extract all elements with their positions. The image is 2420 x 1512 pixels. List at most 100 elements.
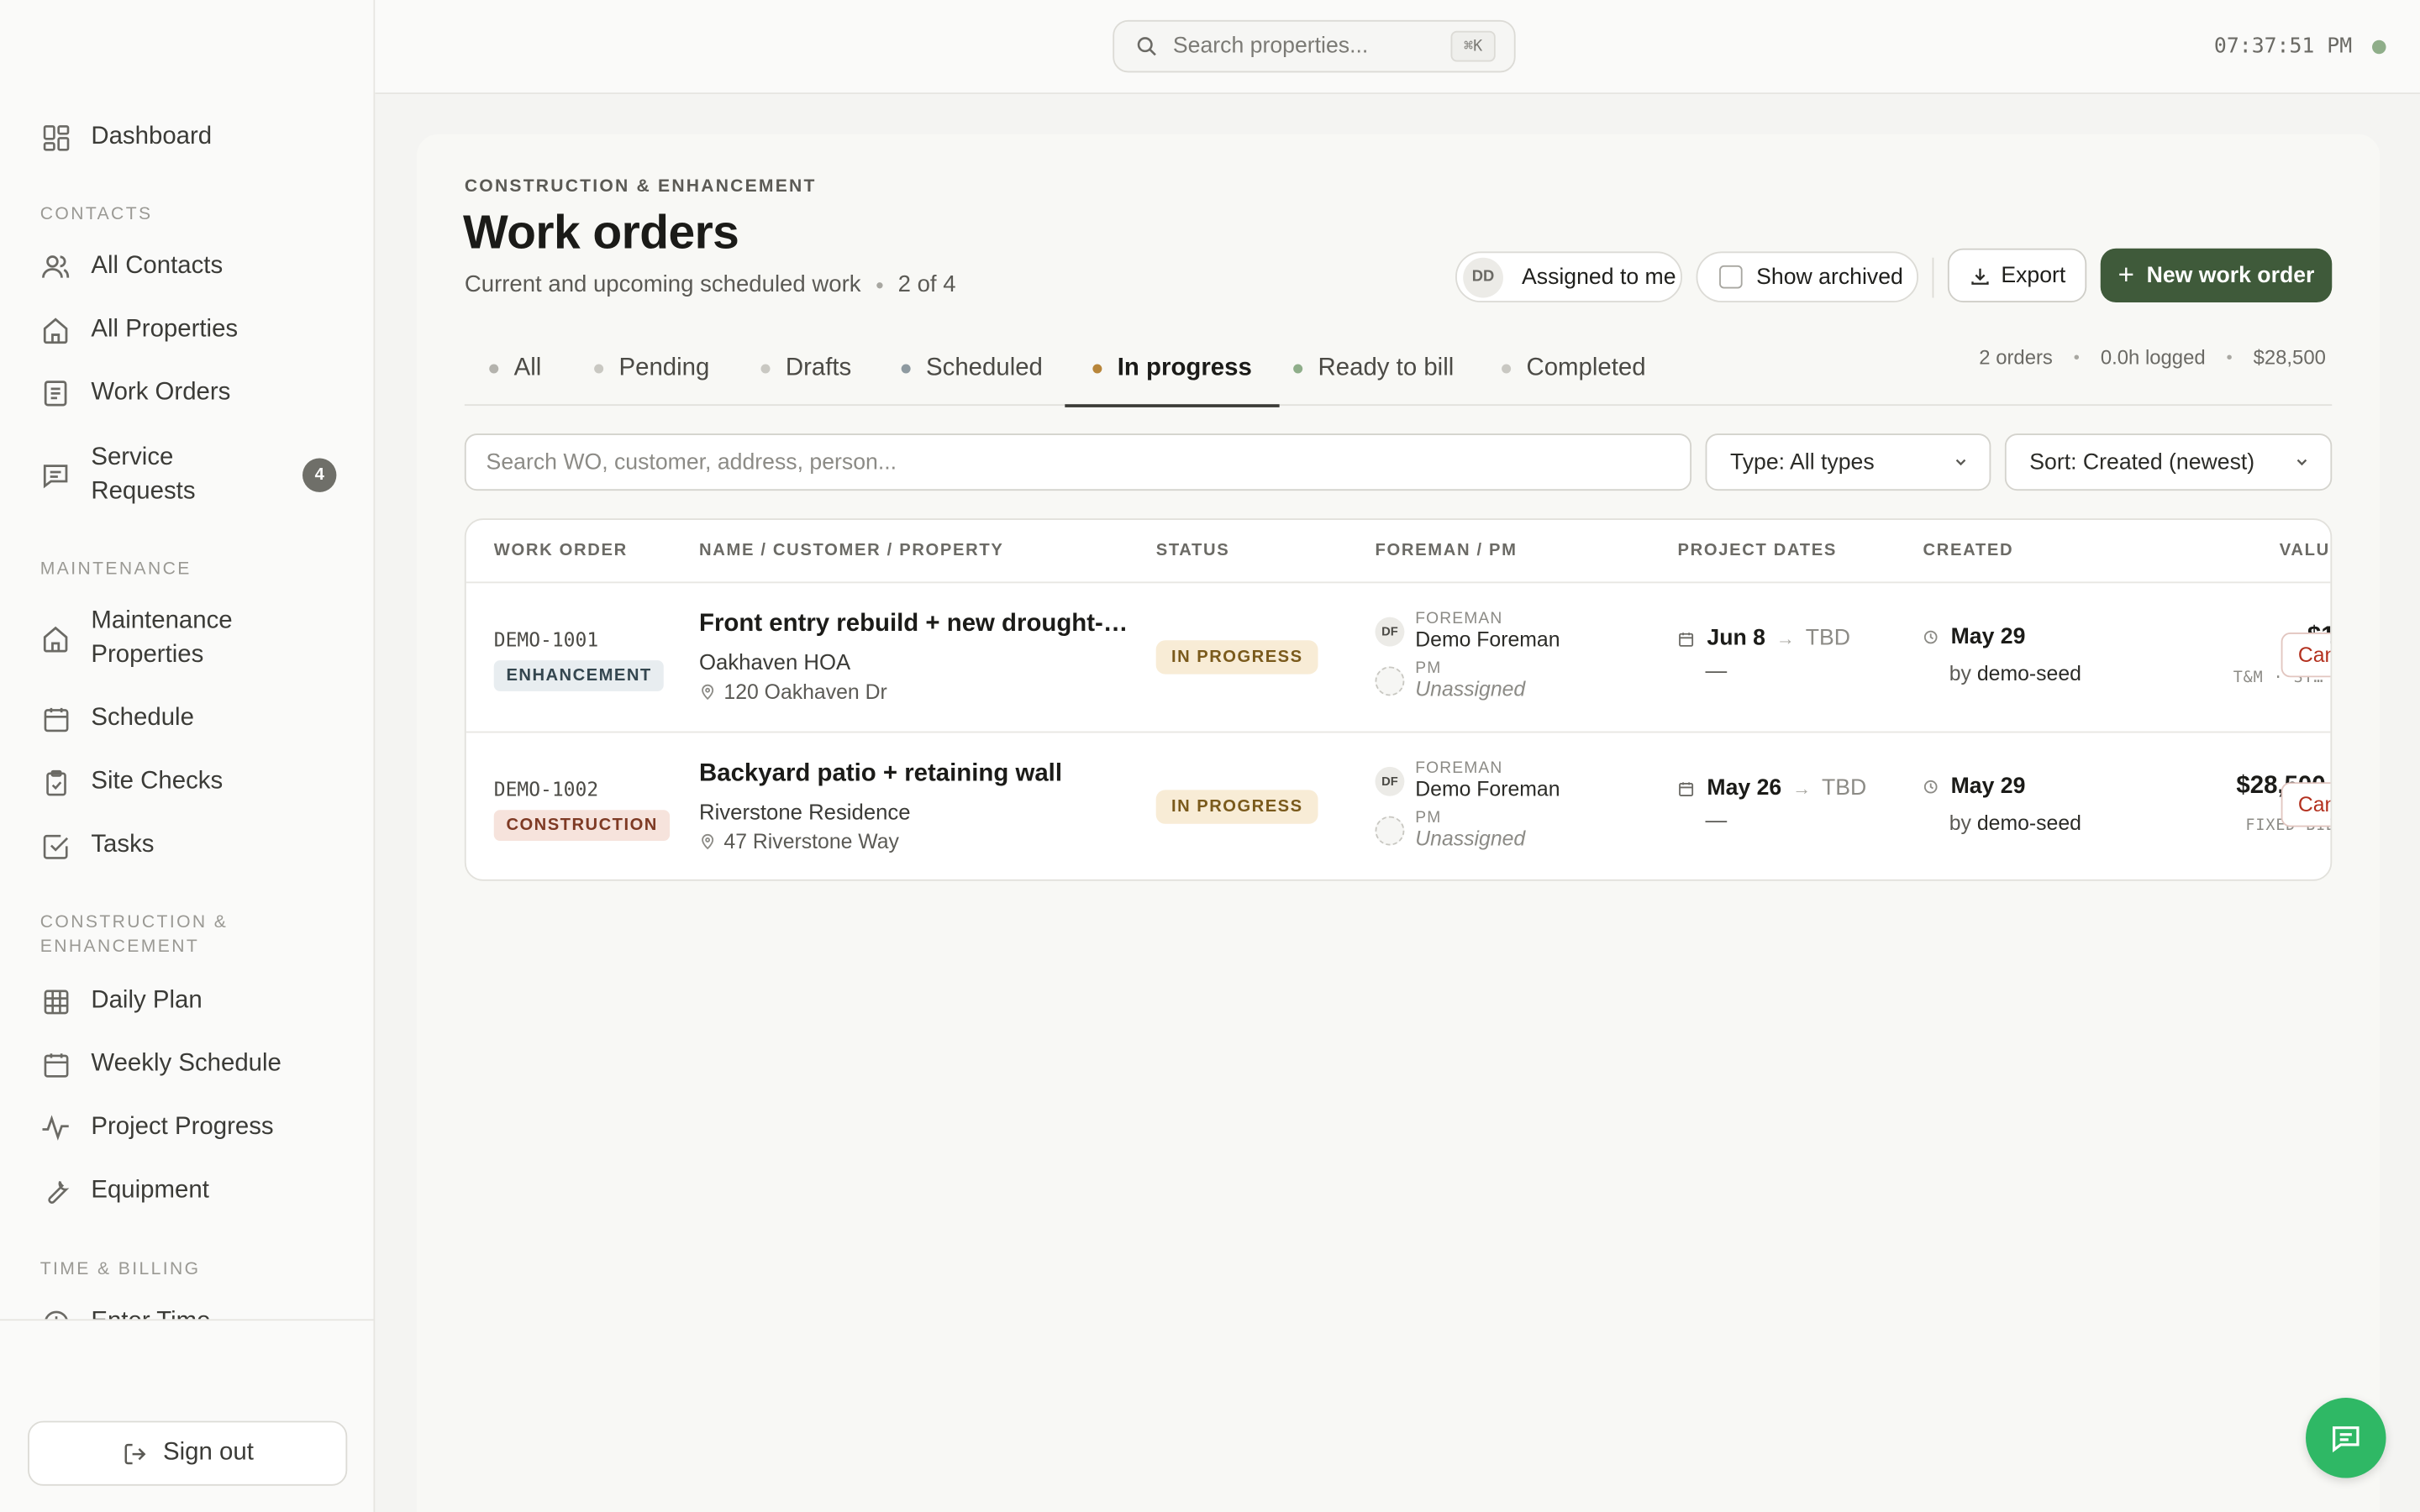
shortcut-hint: ⌘K [1450,30,1496,62]
sign-out-label: Sign out [163,1439,254,1466]
customer-name: Oakhaven HOA [699,649,851,675]
sidebar-item-dashboard[interactable]: Dashboard [28,107,349,168]
foreman-name: Demo Foreman [1415,777,1560,801]
col-header-status[interactable]: STATUS [1156,542,1230,560]
sidebar-item-equipment[interactable]: Equipment [28,1160,349,1221]
sidebar-item-service-requests[interactable]: Service Requests 4 [28,441,349,509]
start-date: May 26 [1707,775,1782,801]
clock-icon [1923,629,1939,644]
tab-completed[interactable]: Completed [1502,332,1646,406]
created-date: May 29 [1923,625,2025,649]
tab-pending[interactable]: Pending [594,332,709,406]
sidebar-item-enter-time[interactable]: Enter Time [28,1291,349,1320]
section-time-billing: TIME & BILLING [39,1260,201,1279]
sidebar: Dashboard CONTACTS All Contacts All Prop… [0,0,376,1512]
col-header-created[interactable]: CREATED [1923,542,2014,560]
table-row[interactable]: DEMO-1002 CONSTRUCTION Backyard patio + … [466,732,2331,879]
tab-dot [1502,364,1512,374]
message-icon [40,459,71,491]
sidebar-item-tasks[interactable]: Tasks [28,815,349,876]
sidebar-item-label: Equipment [91,1177,209,1204]
chevron-down-icon [2295,455,2309,470]
assigned-to-me-toggle[interactable]: DD Assigned to me [1455,251,1683,302]
sort-select[interactable]: Sort: Created (newest) [2004,433,2333,491]
avatar: DD [1463,256,1503,297]
section-contacts: CONTACTS [39,205,153,224]
document-icon [40,378,71,409]
col-header-value[interactable]: VALUE [2280,542,2331,560]
checkbox-icon [40,830,71,861]
tab-dot [1293,364,1303,374]
sidebar-item-site-checks[interactable]: Site Checks [28,751,349,812]
foreman-role-label: FOREMAN [1415,759,1503,778]
sidebar-item-label: Dashboard [91,123,213,150]
pm-name: Unassigned [1415,677,1526,701]
archived-checkbox[interactable] [1719,265,1743,289]
work-orders-panel: CONSTRUCTION & ENHANCEMENT Work orders C… [416,134,2381,1512]
dashboard-icon [40,122,71,153]
property-address: 120 Oakhaven Dr [699,680,887,704]
sidebar-item-work-orders[interactable]: Work Orders [28,363,349,424]
sidebar-item-project-progress[interactable]: Project Progress [28,1097,349,1158]
property-address: 47 Riverstone Way [699,830,899,853]
calendar-icon [40,1049,71,1080]
search-icon [1136,35,1158,57]
sidebar-item-all-contacts[interactable]: All Contacts [28,236,349,297]
tab-scheduled[interactable]: Scheduled [901,332,1043,406]
customer-name: Riverstone Residence [699,799,911,824]
sidebar-item-daily-plan[interactable]: Daily Plan [28,970,349,1032]
start-date: Jun 8 [1707,626,1765,652]
sidebar-item-all-properties[interactable]: All Properties [28,299,349,360]
tab-drafts[interactable]: Drafts [760,332,851,406]
chat-button[interactable] [2306,1398,2386,1478]
sidebar-item-weekly-schedule[interactable]: Weekly Schedule [28,1034,349,1095]
col-header-dates[interactable]: PROJECT DATES [1677,542,1837,560]
avatar-placeholder [1375,666,1405,696]
col-header-name[interactable]: NAME / CUSTOMER / PROPERTY [699,542,1004,560]
avatar: DF [1375,766,1405,796]
show-archived-toggle[interactable]: Show archived [1696,251,1919,302]
sidebar-item-schedule[interactable]: Schedule [28,688,349,749]
clock-icon [40,1307,71,1320]
created-by: by demo-seed [1949,811,2081,835]
section-construction: CONSTRUCTION & ENHANCEMENT [39,913,229,957]
home-icon [40,315,71,346]
sidebar-divider [0,1319,374,1321]
sidebar-item-label: Work Orders [91,379,231,407]
tab-ready-to-bill[interactable]: Ready to bill [1293,332,1454,406]
cancel-button[interactable]: Cancel [2281,782,2331,827]
table-row[interactable]: DEMO-1001 ENHANCEMENT Front entry rebuil… [466,583,2331,732]
sign-out-button[interactable]: Sign out [28,1420,348,1486]
users-icon [40,251,71,282]
work-orders-table: WORK ORDER NAME / CUSTOMER / PROPERTY ST… [464,518,2333,881]
page-title: Work orders [463,205,739,260]
logout-icon [121,1441,147,1467]
work-order-id: DEMO-1002 [493,777,599,801]
tab-dot [1092,364,1102,374]
home-icon [40,623,71,654]
work-order-search-input[interactable] [466,434,1691,490]
type-filter-select[interactable]: Type: All types [1705,433,1991,491]
col-header-foreman[interactable]: FOREMAN / PM [1375,542,1517,560]
status-badge: IN PROGRESS [1155,640,1318,675]
work-order-name[interactable]: Backyard patio + retaining wall [699,760,1134,788]
new-work-order-button[interactable]: + New work order [2100,248,2333,302]
page-eyebrow: CONSTRUCTION & ENHANCEMENT [464,177,817,197]
property-search[interactable]: Search properties... ⌘K [1113,19,1516,73]
grid-icon [40,986,71,1017]
work-order-id: DEMO-1001 [493,627,599,652]
calendar-icon [40,704,71,735]
map-pin-icon [699,833,716,850]
sidebar-item-maintenance-properties[interactable]: Maintenance Properties [28,605,349,673]
type-badge: ENHANCEMENT [493,660,665,691]
tab-in-progress[interactable]: In progress [1065,332,1281,407]
total-value: $28,500 [2253,345,2326,369]
work-order-search [464,433,1692,491]
clock-icon [1923,780,1939,795]
work-order-name[interactable]: Front entry rebuild + new drought-tolera… [699,611,1134,638]
export-label: Export [2001,263,2066,288]
tab-all[interactable]: All [489,332,541,406]
export-button[interactable]: Export [1947,248,2087,302]
cancel-button[interactable]: Cancel [2281,633,2331,678]
col-header-work-order[interactable]: WORK ORDER [494,542,628,560]
